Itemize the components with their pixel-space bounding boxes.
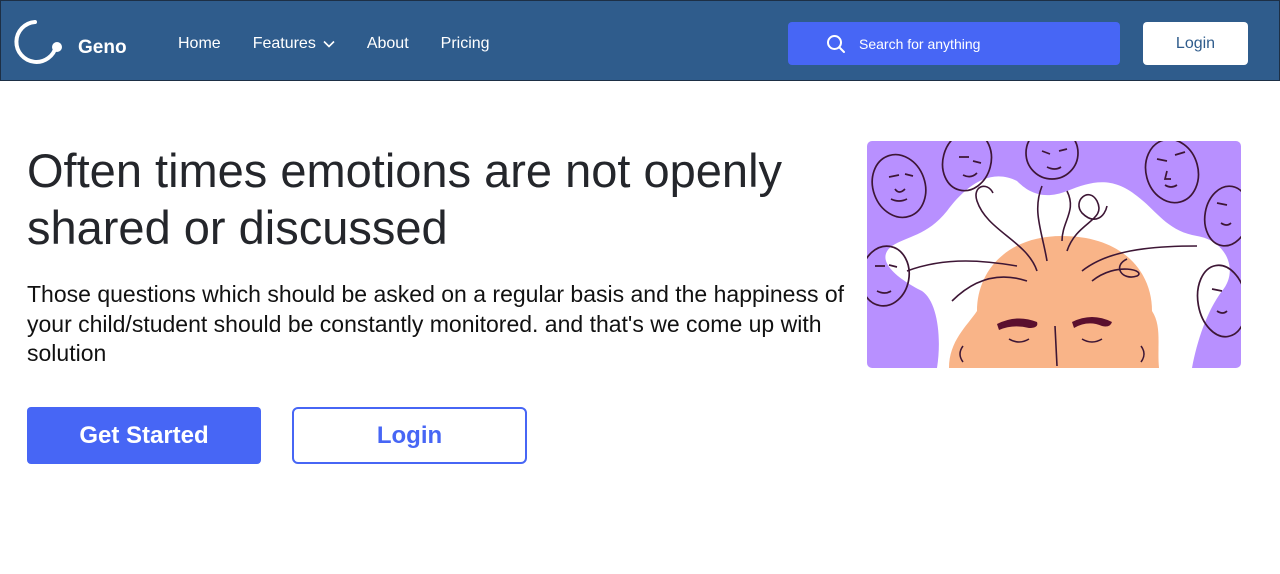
hero-illustration: [867, 141, 1241, 368]
main-nav: Home Features About Pricing: [178, 35, 522, 53]
nav-about-label: About: [366, 35, 409, 52]
search-icon: [827, 34, 845, 53]
get-started-button[interactable]: Get Started: [27, 407, 261, 464]
brand-name[interactable]: Geno: [78, 37, 127, 59]
top-navbar: Geno Home Features About Pricing Login: [0, 0, 1280, 81]
hero-subtitle: Those questions which should be asked on…: [27, 281, 845, 366]
hero-login-button[interactable]: Login: [292, 407, 527, 464]
chevron-down-icon: [323, 40, 335, 48]
nav-about[interactable]: About: [367, 35, 409, 53]
nav-pricing-label: Pricing: [440, 35, 490, 52]
search-input[interactable]: [859, 35, 1099, 52]
nav-features[interactable]: Features: [253, 35, 335, 53]
nav-home-label: Home: [178, 35, 221, 52]
nav-pricing[interactable]: Pricing: [441, 35, 490, 53]
nav-features-label: Features: [252, 35, 316, 52]
ring-dot-icon[interactable]: [11, 18, 67, 68]
nav-login-button[interactable]: Login: [1143, 22, 1248, 65]
nav-home[interactable]: Home: [178, 35, 221, 53]
hero-title: Often times emotions are not openly shar…: [27, 144, 783, 254]
search-bar[interactable]: [788, 22, 1120, 65]
